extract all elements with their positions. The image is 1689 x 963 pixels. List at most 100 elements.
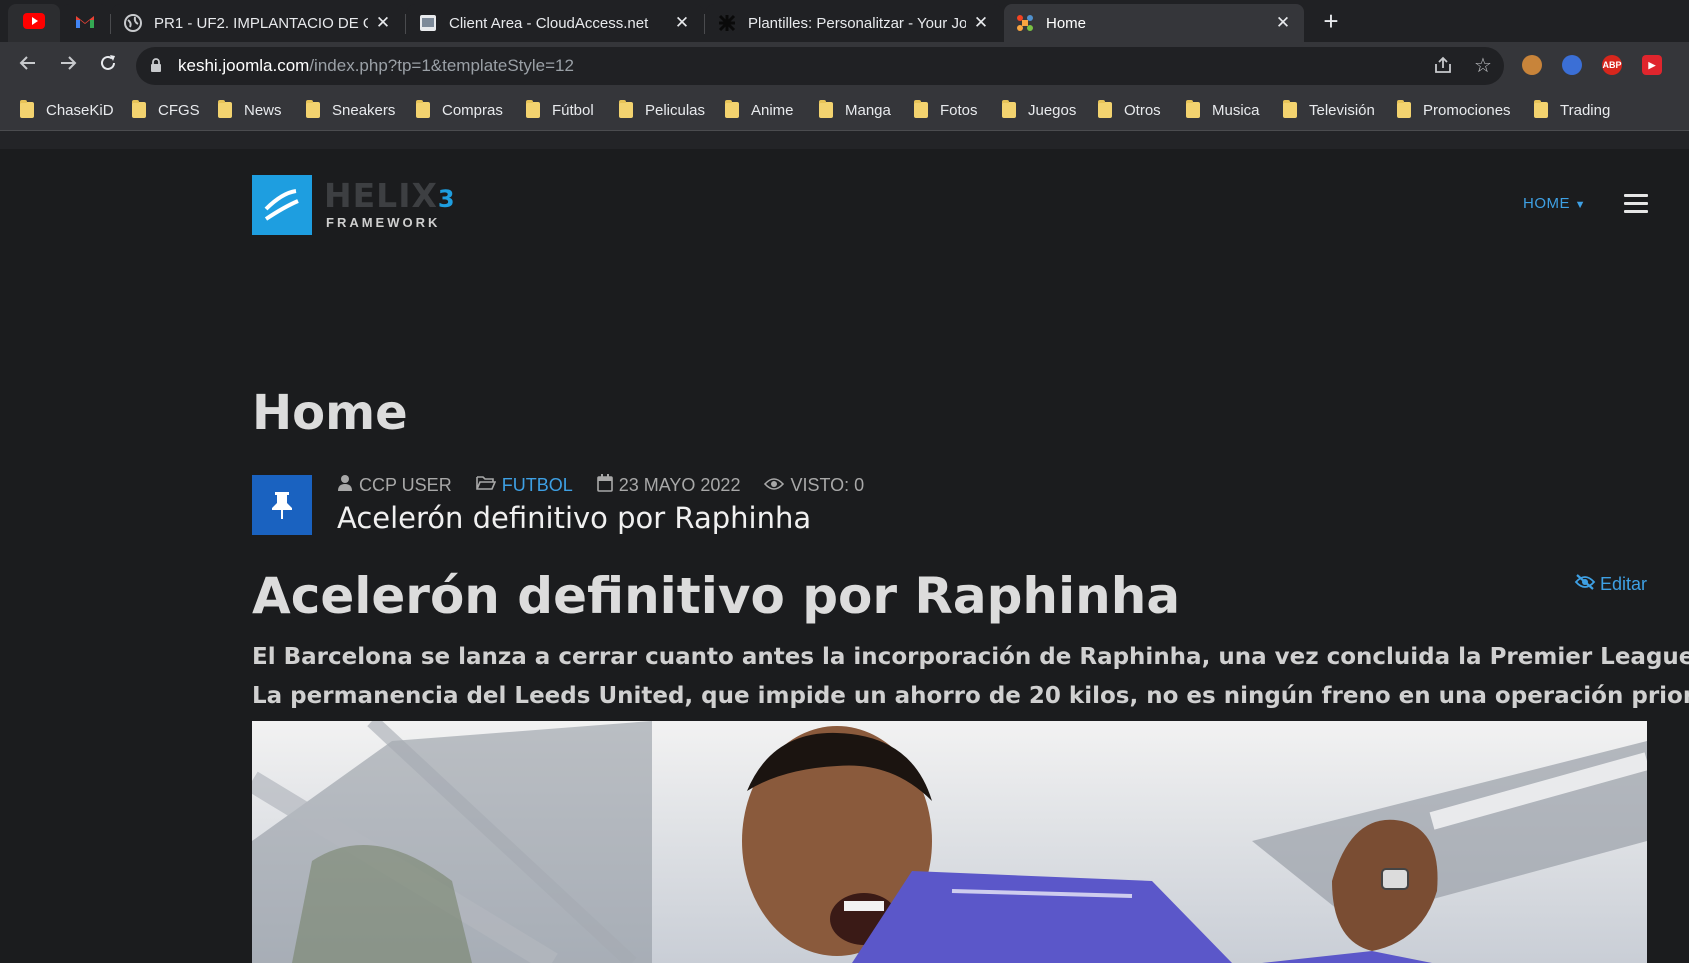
tab-home[interactable]: Home ✕ xyxy=(1004,4,1304,42)
folder-icon xyxy=(1397,100,1411,118)
folder-icon xyxy=(218,100,232,118)
bookmark-folder[interactable]: Peliculas xyxy=(619,98,705,122)
bookmark-folder[interactable]: Televisión xyxy=(1283,98,1375,122)
folder-icon xyxy=(1534,100,1548,118)
joomla-icon xyxy=(1016,14,1034,32)
back-button[interactable] xyxy=(14,52,42,80)
cookie-icon[interactable] xyxy=(1522,55,1542,75)
tab-plantilles[interactable]: Plantilles: Personalitzar - Your Joo ✕ xyxy=(706,4,1002,42)
chevron-down-icon: ▼ xyxy=(1574,199,1587,211)
tab-title: Plantilles: Personalitzar - Your Joo xyxy=(748,14,966,32)
bookmark-folder[interactable]: Fotos xyxy=(914,98,978,122)
address-bar[interactable]: keshi.joomla.com/index.php?tp=1&template… xyxy=(136,47,1504,85)
folder-icon xyxy=(725,100,739,118)
web-page: HELIX3 FRAMEWORK HOME ▼ Home CCP USER FU… xyxy=(0,149,1689,963)
folder-icon xyxy=(1002,100,1016,118)
bookmarks-bar: ChaseKiD CFGS News Sneakers Compras Fútb… xyxy=(0,90,1689,131)
cloudaccess-icon xyxy=(419,14,437,32)
tab-gmail[interactable] xyxy=(61,4,109,42)
folder-icon xyxy=(416,100,430,118)
tab-title: PR1 - UF2. IMPLANTACIO DE GES xyxy=(154,14,368,32)
folder-icon xyxy=(132,100,146,118)
youtube-icon xyxy=(23,13,45,33)
eye-icon xyxy=(764,475,785,496)
article-lead-1: El Barcelona se lanza a cerrar cuanto an… xyxy=(252,644,1689,670)
lock-icon xyxy=(151,58,161,72)
folder-icon xyxy=(914,100,928,118)
back-arrow-icon xyxy=(19,56,35,70)
tab-strip: PR1 - UF2. IMPLANTACIO DE GES ✕ Client A… xyxy=(0,0,1689,42)
meta-author: CCP USER xyxy=(337,474,452,497)
bookmark-folder[interactable]: Trading xyxy=(1534,98,1610,122)
bookmark-folder[interactable]: Fútbol xyxy=(526,98,594,122)
url-text: keshi.joomla.com/index.php?tp=1&template… xyxy=(178,56,574,75)
article-lead-2: La permanencia del Leeds United, que imp… xyxy=(252,683,1689,709)
helix-logo-text[interactable]: HELIX3 xyxy=(324,179,456,216)
tab-title: Client Area - CloudAccess.net xyxy=(449,14,649,32)
forward-button[interactable] xyxy=(54,52,82,80)
bookmark-folder[interactable]: Sneakers xyxy=(306,98,395,122)
page-top-strip xyxy=(0,131,1689,149)
bookmark-folder[interactable]: News xyxy=(218,98,282,122)
football-player-photo xyxy=(252,721,1647,963)
tab-title: Home xyxy=(1046,14,1087,32)
meta-category[interactable]: FUTBOL xyxy=(475,475,573,496)
tab-pr1[interactable]: PR1 - UF2. IMPLANTACIO DE GES ✕ xyxy=(112,4,404,42)
page-title: Home xyxy=(252,385,408,441)
folder-icon xyxy=(1186,100,1200,118)
tab-youtube[interactable] xyxy=(8,4,60,42)
share-icon[interactable] xyxy=(1432,55,1454,77)
bookmark-star-icon[interactable]: ☆ xyxy=(1472,55,1494,77)
bookmark-folder[interactable]: Anime xyxy=(725,98,794,122)
folder-icon xyxy=(20,100,34,118)
browser-toolbar: keshi.joomla.com/index.php?tp=1&template… xyxy=(0,42,1689,90)
adblock-plus-icon[interactable]: ABP xyxy=(1602,55,1622,75)
bookmark-folder[interactable]: Promociones xyxy=(1397,98,1511,122)
close-icon[interactable]: ✕ xyxy=(1274,13,1292,33)
folder-icon xyxy=(526,100,540,118)
bookmark-folder[interactable]: ChaseKiD xyxy=(20,98,114,122)
nav-home[interactable]: HOME ▼ xyxy=(1523,195,1586,212)
bookmark-folder[interactable]: Compras xyxy=(416,98,503,122)
joomla-dark-icon xyxy=(718,14,736,32)
tab-cloudaccess[interactable]: Client Area - CloudAccess.net ✕ xyxy=(407,4,703,42)
folder-icon xyxy=(1283,100,1297,118)
bookmark-folder[interactable]: CFGS xyxy=(132,98,200,122)
bookmark-folder[interactable]: Musica xyxy=(1186,98,1260,122)
folder-icon xyxy=(619,100,633,118)
helix-logo-mark[interactable] xyxy=(252,175,312,235)
close-icon[interactable]: ✕ xyxy=(374,13,392,33)
gmail-icon xyxy=(75,14,95,33)
bookmark-folder[interactable]: Otros xyxy=(1098,98,1161,122)
video-extension-icon[interactable]: ▶ xyxy=(1642,55,1662,75)
forward-arrow-icon xyxy=(61,56,77,70)
globe-extension-icon[interactable] xyxy=(1562,55,1582,75)
edit-link[interactable]: Editar xyxy=(1574,574,1647,595)
meta-date: 23 MAYO 2022 xyxy=(596,474,740,497)
folder-icon xyxy=(819,100,833,118)
helix-logo-subtitle: FRAMEWORK xyxy=(326,215,441,230)
close-icon[interactable]: ✕ xyxy=(673,13,691,33)
folder-icon xyxy=(306,100,320,118)
article-image xyxy=(252,721,1647,963)
article-meta: CCP USER FUTBOL 23 MAYO 2022 VISTO: 0 xyxy=(337,474,888,497)
bookmark-folder[interactable]: Juegos xyxy=(1002,98,1076,122)
globe-icon xyxy=(124,14,142,32)
offcanvas-menu-button[interactable] xyxy=(1624,194,1648,214)
thumbtack-icon xyxy=(272,492,292,519)
folder-icon xyxy=(1098,100,1112,118)
article-title: Acelerón definitivo por Raphinha xyxy=(252,567,1181,625)
folder-open-icon xyxy=(475,475,496,496)
helix-logo-icon xyxy=(264,189,299,221)
reload-button[interactable] xyxy=(94,52,122,80)
featured-item-title[interactable]: Acelerón definitivo por Raphinha xyxy=(337,501,811,535)
reload-icon xyxy=(101,55,115,70)
user-icon xyxy=(337,474,353,497)
new-tab-button[interactable]: + xyxy=(1316,6,1346,36)
calendar-icon xyxy=(596,474,613,497)
bookmark-folder[interactable]: Manga xyxy=(819,98,891,122)
close-icon[interactable]: ✕ xyxy=(972,13,990,33)
meta-views: VISTO: 0 xyxy=(764,475,864,496)
eye-slash-icon xyxy=(1574,574,1596,595)
featured-pin-badge xyxy=(252,475,312,535)
